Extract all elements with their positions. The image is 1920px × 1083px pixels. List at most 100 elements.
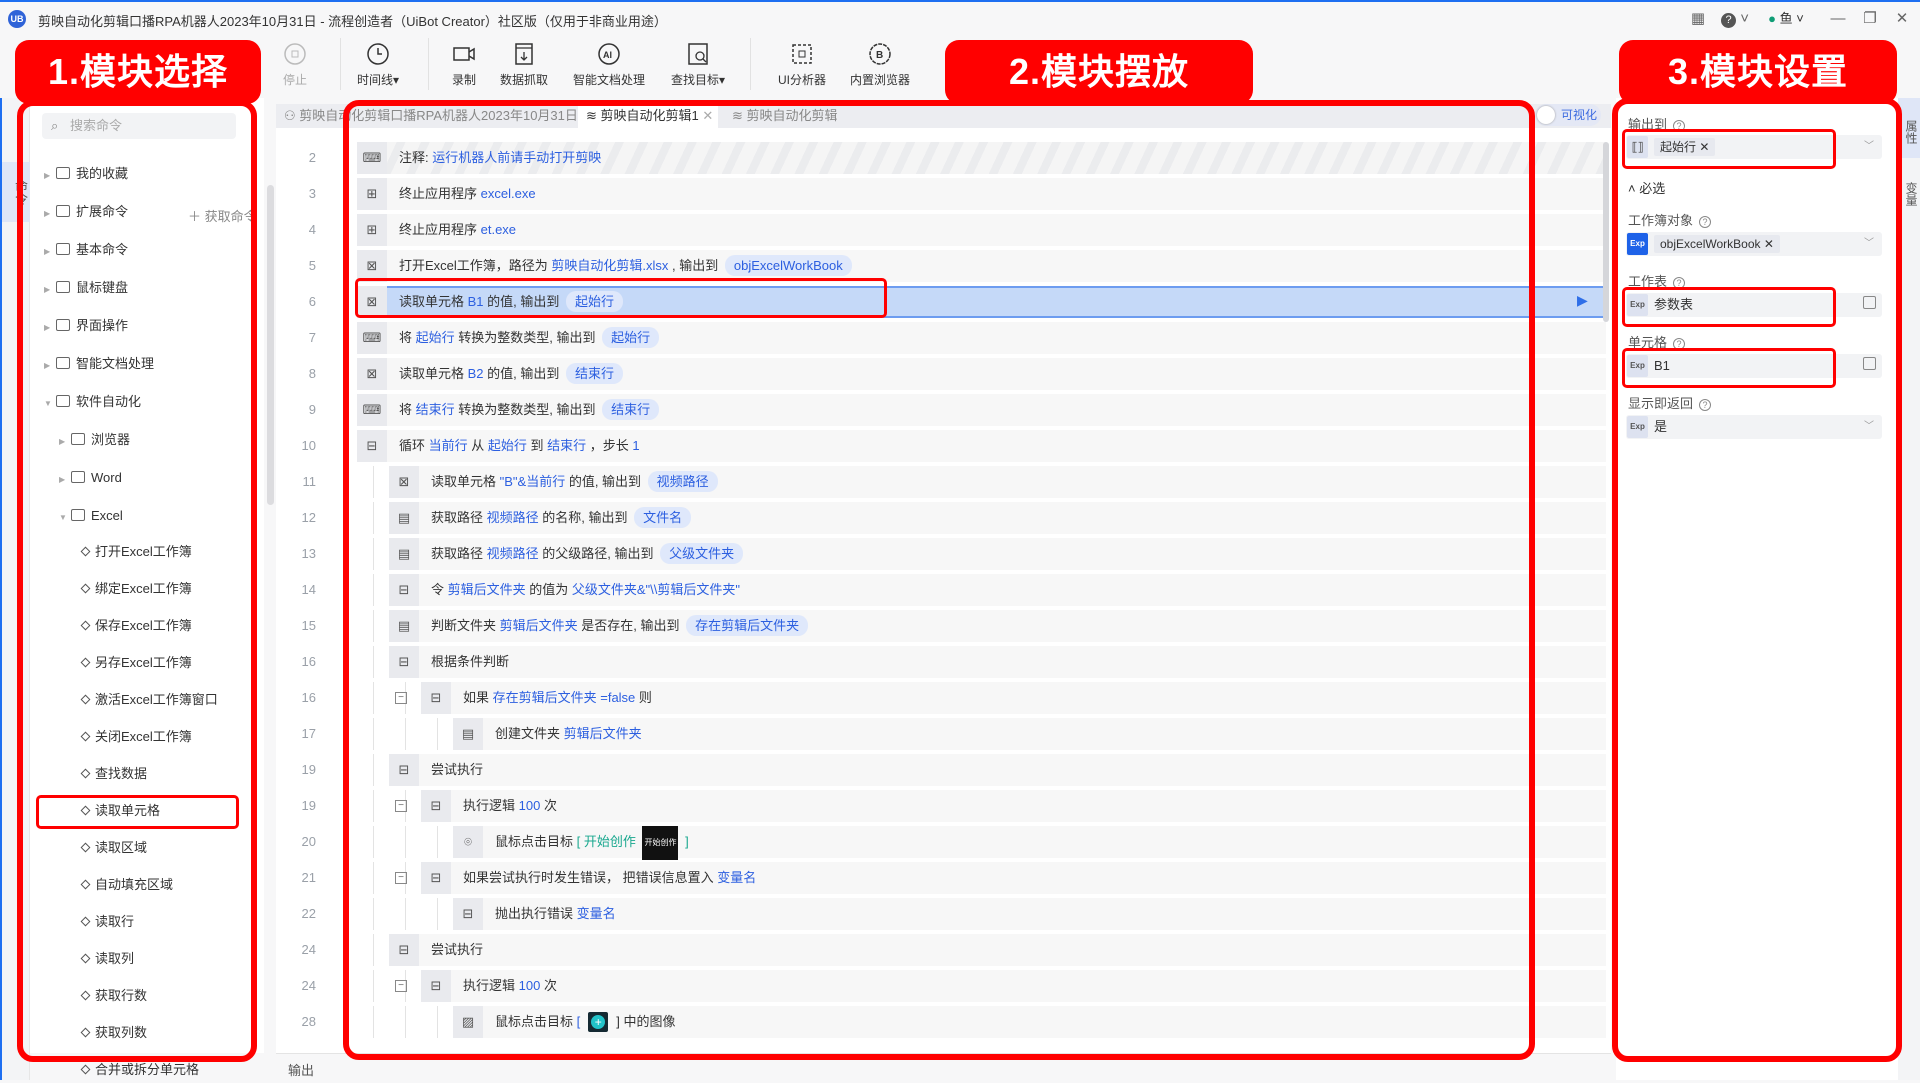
help-icon[interactable]: ? — [1673, 120, 1686, 132]
flow-row[interactable]: 5 ⊠ 打开Excel工作簿，路径为 剪映自动化剪辑.xlsx , 输出到 objE… — [276, 250, 1606, 282]
tab-main-flow[interactable]: ⚇ 剪映自动化剪辑口播RPA机器人2023年10月31日 — [276, 104, 578, 128]
ui-analyzer-button[interactable]: UI分析器 — [762, 42, 842, 88]
command-item[interactable]: 合并或拆分单元格 — [80, 1057, 199, 1083]
output-panel-tab[interactable]: 输出 — [276, 1053, 1611, 1080]
flow-row[interactable]: 20 ⌾ 鼠标点击目标 [ 开始创作 开始创作 ] — [276, 826, 1606, 860]
flow-row-selected[interactable]: 6 ⊠ 读取单元格 B1 的值, 输出到 起始行 — [276, 286, 1606, 318]
minimize-icon[interactable]: — — [1828, 8, 1848, 30]
get-commands-button[interactable]: ＋ 获取命令 — [188, 206, 257, 225]
caret-down-icon[interactable]: ▼ — [44, 391, 56, 417]
command-item[interactable]: 打开Excel工作簿 — [80, 539, 192, 565]
flow-row[interactable]: 16 − ⊟ 如果 存在剪辑后文件夹 =false 则 — [276, 682, 1606, 714]
flow-row[interactable]: 4 ⊞ 终止应用程序 et.exe — [276, 214, 1606, 246]
chevron-down-icon[interactable]: ﹀ — [1864, 232, 1874, 256]
exp-toggle[interactable]: Exp — [1627, 294, 1648, 316]
command-item[interactable]: 自动填充区域 — [80, 872, 173, 898]
command-item[interactable]: 绑定Excel工作簿 — [80, 576, 192, 602]
caret-down-icon[interactable]: ▼ — [59, 505, 71, 531]
caret-right-icon[interactable]: ▶ — [44, 277, 56, 303]
cell-field[interactable]: Exp B1 — [1626, 354, 1882, 378]
tree-category[interactable]: ▼ 软件自动化 — [44, 389, 141, 415]
collapse-icon[interactable]: − — [395, 980, 407, 992]
close-icon[interactable]: ✕ — [1892, 8, 1912, 30]
tab-block-1[interactable]: ≋ 剪映自动化剪辑1 ✕ — [578, 104, 718, 128]
flow-row[interactable]: 15 ▤ 判断文件夹 剪辑后文件夹 是否存在, 输出到 存在剪辑后文件夹 — [276, 610, 1606, 642]
edit-icon[interactable] — [1863, 296, 1876, 309]
flow-row[interactable]: 24 ⊟ 尝试执行 — [276, 934, 1606, 966]
command-item[interactable]: 查找数据 — [80, 761, 147, 787]
remove-icon[interactable]: ✕ — [1699, 140, 1709, 154]
command-item[interactable]: 关闭Excel工作簿 — [80, 724, 192, 750]
tree-category[interactable]: ▼ Excel — [59, 503, 123, 529]
command-item-selected[interactable]: 读取单元格 — [80, 798, 160, 824]
builtin-browser-button[interactable]: B 内置浏览器 — [840, 42, 920, 88]
command-item[interactable]: 激活Excel工作簿窗口 — [80, 687, 218, 713]
tree-category[interactable]: ▶ 浏览器 — [59, 427, 130, 453]
collapse-icon[interactable]: − — [395, 692, 407, 704]
required-section-toggle[interactable]: ˄ 必选 — [1628, 178, 1665, 197]
collapse-icon[interactable]: − — [395, 800, 407, 812]
flow-row[interactable]: 19 − ⊟ 执行逻辑 100 次 — [276, 790, 1606, 822]
tree-category[interactable]: ▶ 界面操作 — [44, 313, 128, 339]
tree-category[interactable]: ▶ Word — [59, 465, 122, 491]
help-icon[interactable]: ? — [1699, 399, 1712, 411]
search-input[interactable]: ⌕ 搜索命令 — [42, 113, 236, 139]
workbook-field[interactable]: Exp objExcelWorkBook ✕ ﹀ — [1626, 232, 1882, 256]
properties-tab[interactable]: 属性 — [1898, 98, 1920, 158]
help-icon[interactable]: ? ˅ — [1718, 8, 1752, 30]
flow-row[interactable]: 11 ⊠ 读取单元格 "B"&当前行 的值, 输出到 视频路径 — [276, 466, 1606, 498]
help-icon[interactable]: ? — [1699, 216, 1712, 228]
flow-row[interactable]: 7 ⌨ 将 起始行 转换为整数类型, 输出到 起始行 — [276, 322, 1606, 354]
caret-right-icon[interactable]: ▶ — [44, 353, 56, 379]
editor-scrollbar[interactable] — [1603, 142, 1609, 322]
tree-category[interactable]: ▶ 我的收藏 — [44, 161, 128, 187]
help-icon[interactable]: ? — [1673, 338, 1686, 350]
flow-row[interactable]: 14 ⊟ 令 剪辑后文件夹 的值为 父级文件夹&"\\剪辑后文件夹" — [276, 574, 1606, 606]
command-item[interactable]: 另存Excel工作簿 — [80, 650, 192, 676]
data-scrape-button[interactable]: 数据抓取 — [484, 42, 564, 88]
tab-block-2[interactable]: ≋ 剪映自动化剪辑 — [724, 104, 864, 128]
command-item[interactable]: 获取行数 — [80, 983, 147, 1009]
flow-row[interactable]: 28 ▨ 鼠标点击目标 [] 中的图像 — [276, 1006, 1606, 1038]
flow-row[interactable]: 19 ⊟ 尝试执行 — [276, 754, 1606, 786]
tree-category[interactable]: ▶ 鼠标键盘 — [44, 275, 128, 301]
tree-category[interactable]: ▶ 扩展命令 — [44, 199, 128, 225]
run-line-icon[interactable]: ▶ — [1577, 292, 1588, 309]
sheet-field[interactable]: Exp 参数表 — [1626, 293, 1882, 317]
ai-doc-button[interactable]: AI 智能文档处理 — [564, 42, 654, 88]
chevron-down-icon[interactable]: ﹀ — [1864, 135, 1874, 159]
flow-row[interactable]: 17 ▤ 创建文件夹 剪辑后文件夹 — [276, 718, 1606, 750]
remove-icon[interactable]: ✕ — [1764, 237, 1774, 251]
command-item[interactable]: 获取列数 — [80, 1020, 147, 1046]
edit-icon[interactable] — [1863, 357, 1876, 370]
exp-toggle[interactable]: Exp — [1627, 233, 1648, 255]
tree-category[interactable]: ▶ 基本命令 — [44, 237, 128, 263]
command-item[interactable]: 读取行 — [80, 909, 134, 935]
tree-category[interactable]: ▶ 智能文档处理 — [44, 351, 154, 377]
command-item[interactable]: 保存Excel工作簿 — [80, 613, 192, 639]
caret-right-icon[interactable]: ▶ — [44, 163, 56, 189]
flow-row[interactable]: 22 ⊟ 抛出执行错误 变量名 — [276, 898, 1606, 930]
stop-button[interactable]: 停止 — [255, 42, 335, 88]
flow-row[interactable]: 8 ⊠ 读取单元格 B2 的值, 输出到 结束行 — [276, 358, 1606, 390]
apps-icon[interactable]: ▦ — [1688, 8, 1708, 30]
command-item[interactable]: 读取区域 — [80, 835, 147, 861]
exp-toggle[interactable]: Exp — [1627, 355, 1648, 377]
flow-row[interactable]: 21 − ⊟ 如果尝试执行时发生错误， 把错误信息置入 变量名 — [276, 862, 1606, 894]
return-display-field[interactable]: Exp 是 ﹀ — [1626, 415, 1882, 439]
command-panel-scrollbar[interactable] — [267, 185, 274, 505]
help-icon[interactable]: ? — [1673, 277, 1686, 289]
caret-right-icon[interactable]: ▶ — [59, 467, 71, 493]
variables-tab[interactable]: 变量 — [1898, 176, 1920, 212]
command-item[interactable]: 读取列 — [80, 946, 134, 972]
caret-right-icon[interactable]: ▶ — [44, 239, 56, 265]
visual-toggle[interactable]: 可视化 — [1535, 104, 1601, 126]
restore-icon[interactable]: ❐ — [1860, 8, 1880, 30]
timeline-button[interactable]: 时间线▾ — [338, 42, 418, 88]
find-target-button[interactable]: 查找目标▾ — [658, 42, 738, 88]
close-tab-icon[interactable]: ✕ — [699, 108, 713, 123]
flow-row[interactable]: 12 ▤ 获取路径 视频路径 的名称, 输出到 文件名 — [276, 502, 1606, 534]
caret-right-icon[interactable]: ▶ — [59, 429, 71, 455]
flow-row[interactable]: 16 ⊟ 根据条件判断 — [276, 646, 1606, 678]
flow-row[interactable]: 13 ▤ 获取路径 视频路径 的父级路径, 输出到 父级文件夹 — [276, 538, 1606, 570]
